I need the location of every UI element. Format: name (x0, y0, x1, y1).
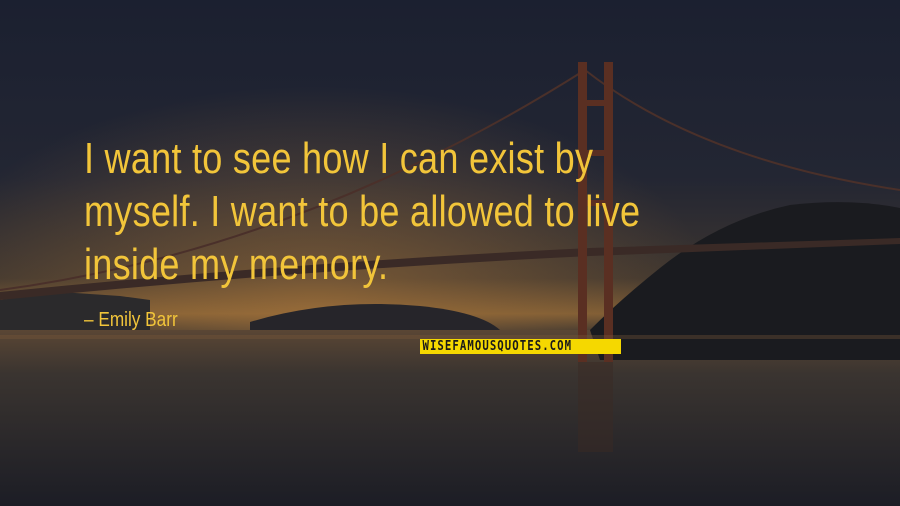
quote-author: – Emily Barr (84, 308, 178, 332)
watermark-logo: WISEFAMOUSQUOTES.COM (420, 339, 621, 354)
author-name: Emily Barr (98, 309, 178, 331)
watermark-text: WISEFAMOUSQUOTES.COM (422, 339, 573, 354)
quote-text: I want to see how I can exist by myself.… (84, 134, 641, 289)
author-bullet-icon: – (84, 309, 99, 331)
quote-card: I want to see how I can exist by myself.… (0, 0, 900, 506)
